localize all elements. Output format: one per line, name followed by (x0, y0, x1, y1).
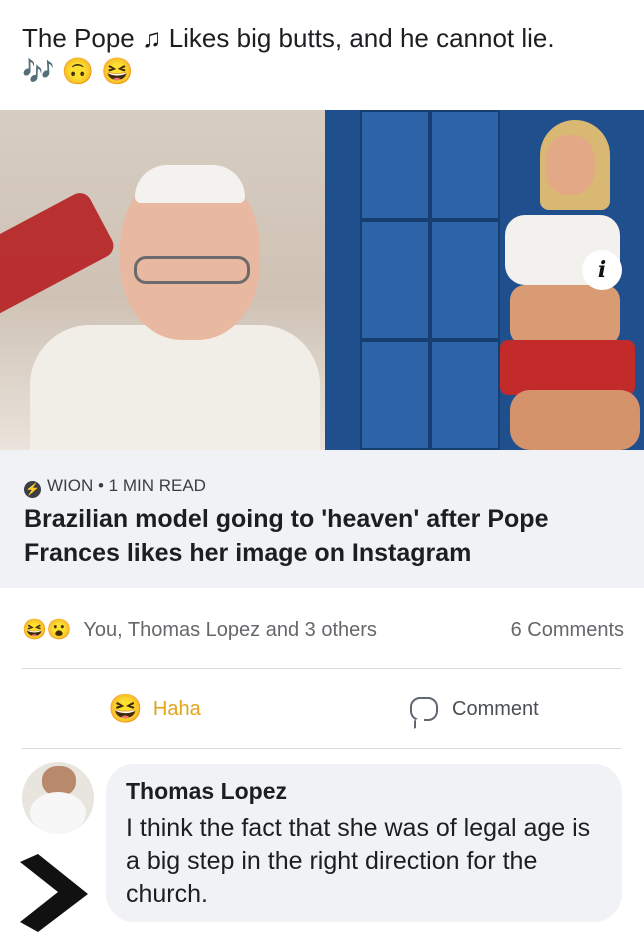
comment-label: Comment (452, 698, 539, 720)
model-figure (485, 120, 640, 450)
post-text: The Pope ♫ Likes big butts, and he canno… (22, 22, 622, 88)
avatar-dog (30, 792, 86, 834)
red-shape (0, 188, 118, 322)
model-waist (510, 285, 620, 345)
info-icon[interactable]: i (582, 250, 622, 290)
reaction-summary[interactable]: 😆😮 You, Thomas Lopez and 3 others (22, 616, 377, 644)
reaction-names[interactable]: You, Thomas Lopez and 3 others (83, 619, 377, 641)
comment-icon (410, 697, 438, 721)
link-headline[interactable]: Brazilian model going to 'heaven' after … (24, 502, 624, 570)
comment-text: I think the fact that she was of legal a… (126, 814, 591, 908)
lightning-icon: ⚡ (24, 481, 41, 498)
arrow-icon (20, 854, 88, 932)
haha-icon: 😆 (108, 693, 143, 724)
wow-reaction-icon: 😮 (46, 619, 72, 641)
comments-count[interactable]: 6 Comments (511, 616, 624, 644)
haha-reaction-icon: 😆 (22, 619, 47, 641)
source-label: WION • 1 MIN READ (47, 476, 206, 495)
divider (22, 668, 622, 669)
locker (360, 220, 430, 340)
pope-photo (0, 110, 325, 450)
link-preview-image[interactable]: i (0, 110, 644, 450)
laughing-face-emoji: 😆 (101, 56, 134, 86)
post-caption: The Pope ♫ Likes big butts, and he canno… (22, 23, 555, 53)
comment-author[interactable]: Thomas Lopez (126, 776, 287, 806)
model-face (545, 135, 595, 195)
post-emoji-line: 🎶 🙃 😆 (22, 55, 622, 88)
avatar[interactable] (22, 762, 94, 834)
model-skirt (500, 340, 635, 395)
locker (360, 340, 430, 450)
divider (22, 748, 622, 749)
comment-button[interactable]: Comment (410, 692, 539, 726)
haha-label: Haha (152, 698, 201, 720)
pope-zucchetto (135, 165, 245, 203)
music-notes-emoji: 🎶 (22, 56, 55, 86)
pope-glasses (134, 256, 250, 284)
link-source: ⚡ WION • 1 MIN READ (24, 474, 206, 498)
model-legs (510, 390, 640, 450)
locker (360, 110, 430, 220)
haha-button[interactable]: 😆 Haha (108, 692, 201, 726)
upside-down-face-emoji: 🙃 (61, 56, 94, 86)
pope-robe (30, 325, 320, 450)
